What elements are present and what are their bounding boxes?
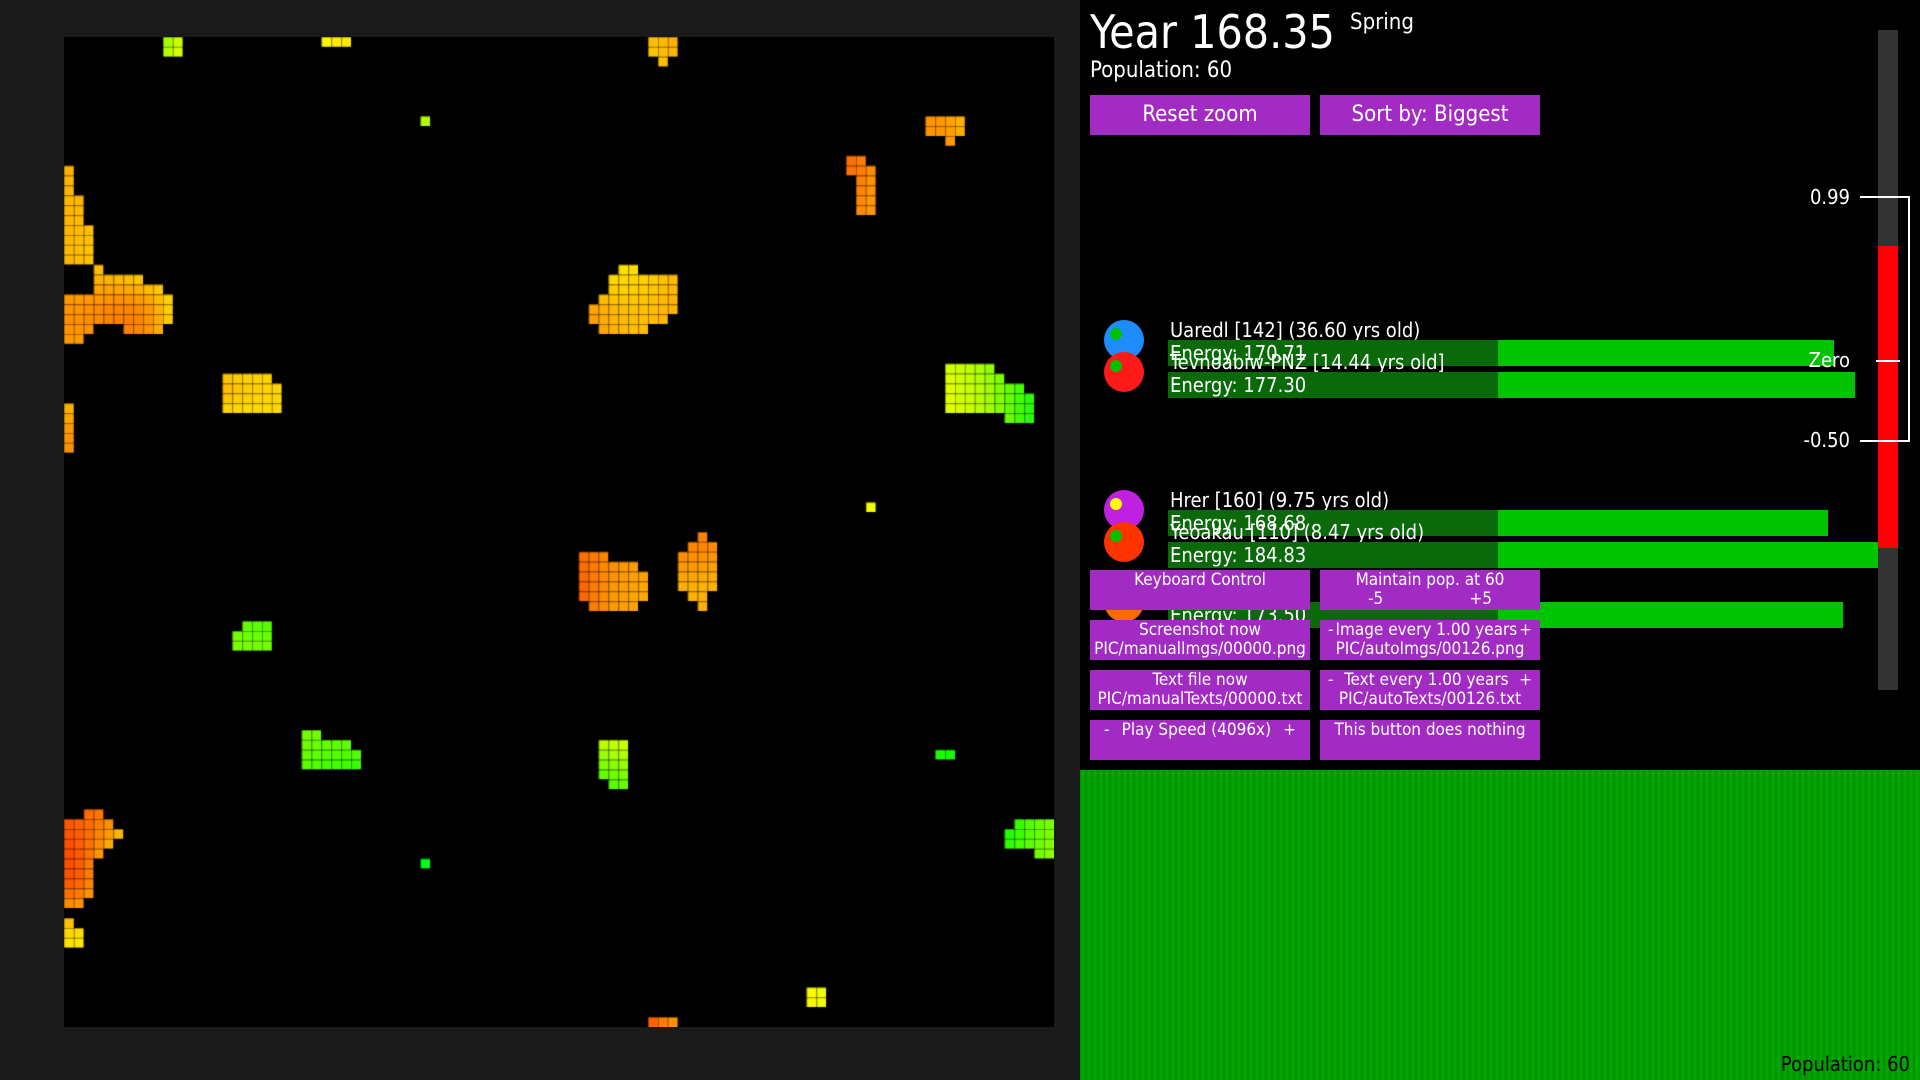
creature-energy: Energy: 184.83	[1170, 543, 1307, 567]
keyboard-control-label: Keyboard Control	[1134, 570, 1266, 590]
play-speed-increase[interactable]: +	[1283, 721, 1296, 740]
sort-by-button[interactable]: Sort by: Biggest	[1320, 95, 1540, 135]
creature-name: Yeoakau [110] (8.47 yrs old)	[1170, 520, 1425, 544]
creature-name: Hrer [160] (9.75 yrs old)	[1170, 488, 1390, 512]
creature-name: Uaredl [142] (36.60 yrs old)	[1170, 318, 1421, 342]
maintain-pop-button[interactable]: Maintain pop. at 60 -5 +5	[1320, 570, 1540, 610]
scale-bracket-bottom	[1890, 440, 1910, 442]
energy-bar-fill	[1498, 542, 1880, 568]
image-every-increase[interactable]: +	[1519, 621, 1532, 640]
year-display: Year 168.35	[1090, 5, 1335, 59]
scale-bottom-tick	[1860, 440, 1890, 442]
image-path: PIC/autoImgs/00126.png	[1335, 639, 1525, 659]
scale-fill	[1878, 246, 1898, 548]
creature-eye-icon	[1110, 498, 1122, 510]
scale-zero-tick	[1876, 360, 1900, 362]
scale-bracket	[1908, 196, 1910, 442]
reset-zoom-button[interactable]: Reset zoom	[1090, 95, 1310, 135]
screenshot-path: PIC/manualImgs/00000.png	[1094, 639, 1306, 659]
image-every-label: Image every 1.00 years	[1335, 620, 1518, 640]
play-speed-decrease[interactable]: -	[1104, 721, 1110, 740]
population-display: Population: 60	[1090, 58, 1233, 83]
text-file-path: PIC/manualTexts/00000.txt	[1097, 689, 1303, 709]
scale-top-label: 0.99	[1809, 185, 1850, 209]
info-panel: Year 168.35 Spring Population: 60 Reset …	[1080, 0, 1920, 1080]
energy-bar-fill	[1498, 510, 1828, 536]
text-every-label: Text every 1.00 years	[1344, 670, 1509, 690]
energy-bar-fill	[1498, 602, 1844, 628]
image-every-button[interactable]: - Image every 1.00 years + PIC/autoImgs/…	[1320, 620, 1540, 660]
creature-eye-icon	[1110, 530, 1122, 542]
creature-eye-icon	[1110, 360, 1122, 372]
population-graph-label: Population: 60	[1780, 1052, 1910, 1076]
screenshot-now-button[interactable]: Screenshot now PIC/manualImgs/00000.png	[1090, 620, 1310, 660]
text-every-button[interactable]: - Text every 1.00 years + PIC/autoTexts/…	[1320, 670, 1540, 710]
terrain-map[interactable]	[64, 37, 1054, 1027]
creature-icon[interactable]	[1104, 352, 1144, 392]
creature-eye-icon	[1110, 328, 1122, 340]
world-view[interactable]	[0, 0, 1080, 1080]
creature-name: Tevnoabiw-PNZ [14.44 yrs old]	[1170, 350, 1445, 374]
keyboard-control-button[interactable]: Keyboard Control	[1090, 570, 1310, 610]
image-every-decrease[interactable]: -	[1328, 621, 1334, 640]
screenshot-now-label: Screenshot now	[1139, 620, 1261, 640]
energy-bar-fill	[1498, 372, 1856, 398]
maintain-pop-increase[interactable]: +5	[1469, 590, 1492, 609]
text-path: PIC/autoTexts/00126.txt	[1338, 689, 1522, 709]
maintain-pop-decrease[interactable]: -5	[1368, 590, 1383, 609]
nothing-button[interactable]: This button does nothing	[1320, 720, 1540, 760]
play-speed-button[interactable]: - Play Speed (4096x) +	[1090, 720, 1310, 760]
scale-bottom-label: -0.50	[1803, 428, 1850, 452]
nothing-label: This button does nothing	[1334, 720, 1526, 740]
population-graph-svg	[1080, 770, 1920, 1080]
creature-energy: Energy: 177.30	[1170, 373, 1307, 397]
scale-zero-label: Zero	[1808, 348, 1850, 372]
scale-bracket-top	[1890, 196, 1910, 198]
text-every-decrease[interactable]: -	[1328, 671, 1334, 690]
scale-top-tick	[1860, 196, 1890, 198]
season-display: Spring	[1350, 10, 1414, 35]
population-graph: Population: 60	[1080, 770, 1920, 1080]
text-file-now-button[interactable]: Text file now PIC/manualTexts/00000.txt	[1090, 670, 1310, 710]
creature-icon[interactable]	[1104, 522, 1144, 562]
maintain-pop-label: Maintain pop. at 60	[1355, 570, 1505, 590]
play-speed-label: Play Speed (4096x)	[1121, 720, 1272, 740]
text-file-now-label: Text file now	[1152, 670, 1248, 690]
text-every-increase[interactable]: +	[1519, 671, 1532, 690]
